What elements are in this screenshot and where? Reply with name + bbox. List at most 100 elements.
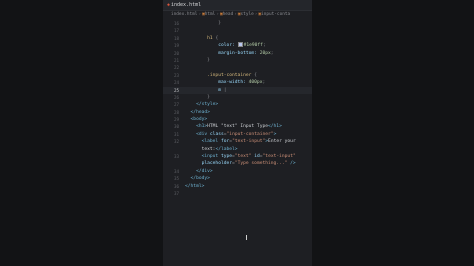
- line-number: 25: [173, 87, 179, 93]
- code-token: </html>: [185, 183, 205, 189]
- code-line[interactable]: 23 .input-container {: [163, 72, 312, 79]
- code-token: "text": [234, 154, 252, 160]
- code-line[interactable]: 37: [163, 190, 312, 197]
- code-token: <label: [185, 139, 221, 145]
- code-token: #1e90ff: [243, 43, 263, 49]
- breadcrumb-item[interactable]: html: [205, 12, 216, 17]
- line-text: }: [185, 20, 221, 27]
- line-text: <body>: [185, 116, 208, 123]
- code-token: }: [185, 57, 210, 63]
- code-token: "Type something...": [234, 161, 288, 167]
- code-token: }: [185, 94, 210, 100]
- code-token: "text-input": [262, 154, 296, 160]
- code-line[interactable]: 25 m |: [163, 86, 312, 94]
- code-line[interactable]: 32 <label for="text-input">Enter your: [163, 138, 312, 145]
- editor-tab-bar: ◈index.html: [163, 0, 312, 11]
- line-number: 21: [173, 57, 179, 63]
- code-area[interactable]: 16 } 17 18 h1 {19 color: #1e90ff; 20 margin…: [163, 20, 312, 197]
- line-number: 16: [173, 21, 179, 26]
- line-number: 23: [173, 72, 179, 78]
- breadcrumb: index.html›▣html›▣head›▣style›▣input-con…: [163, 11, 312, 19]
- code-line[interactable]: placeholder="Type something..." />: [163, 160, 312, 167]
- code-line[interactable]: 24 max-width: 400px;: [163, 79, 312, 86]
- line-text: }: [185, 94, 210, 101]
- code-line[interactable]: 26 }: [163, 94, 312, 101]
- code-line[interactable]: 16 }: [163, 20, 312, 27]
- line-number: 33: [173, 154, 179, 160]
- code-line[interactable]: 22: [163, 64, 312, 71]
- code-token: id: [251, 154, 260, 160]
- code-token: 20px: [259, 50, 271, 56]
- code-token: </h1>: [268, 124, 282, 130]
- line-number: 28: [173, 109, 179, 115]
- line-text: m |: [185, 87, 226, 94]
- line-text: h1 {: [185, 35, 218, 42]
- code-line[interactable]: text:</label>: [163, 146, 312, 153]
- code-line[interactable]: 36 </html>: [163, 183, 312, 190]
- line-number: 22: [173, 65, 179, 71]
- code-token: placeholder: [185, 161, 233, 167]
- line-text: <label for="text-input">Enter your: [185, 138, 296, 145]
- tab-filename: index.html: [171, 2, 202, 8]
- line-text: text:</label>: [185, 146, 238, 153]
- line-number: 27: [173, 102, 179, 108]
- code-token: >: [273, 131, 277, 137]
- code-editor[interactable]: ◈index.html index.html›▣html›▣head›▣styl…: [163, 0, 312, 266]
- code-token: text:: [185, 146, 216, 152]
- breadcrumb-item[interactable]: index.html: [171, 12, 197, 17]
- line-number: 18: [173, 35, 179, 41]
- line-text: </head>: [185, 109, 210, 116]
- code-token: </body>: [185, 176, 210, 182]
- code-token: h1: [185, 35, 216, 41]
- right-black-bar: [312, 0, 474, 266]
- code-line[interactable]: 27 </style>: [163, 101, 312, 108]
- code-line[interactable]: 34 </div>: [163, 168, 312, 175]
- code-line[interactable]: 18 h1 {: [163, 35, 312, 42]
- line-text: color: #1e90ff;: [185, 42, 266, 49]
- tab-index-html[interactable]: ◈index.html: [167, 1, 201, 9]
- chevron-right-icon: ›: [198, 12, 202, 17]
- line-number: 26: [173, 94, 179, 100]
- chevron-right-icon: ›: [254, 12, 258, 17]
- line-number: 32: [173, 139, 179, 145]
- line-text: }: [185, 57, 210, 64]
- breadcrumb-item[interactable]: head: [223, 12, 234, 17]
- code-token: </div>: [185, 168, 213, 174]
- code-token: .input-container: [185, 72, 255, 78]
- code-line[interactable]: 35 </body>: [163, 175, 312, 182]
- line-text: margin-bottom: 20px;: [185, 50, 273, 57]
- breadcrumb-item[interactable]: input-conta: [261, 12, 290, 17]
- line-text: max-width: 400px;: [185, 79, 265, 86]
- code-token: max-width:: [185, 80, 249, 86]
- code-line[interactable]: 19 color: #1e90ff;: [163, 42, 312, 49]
- code-token: ;: [262, 80, 266, 86]
- code-line[interactable]: 30 <h1>HTML "text" Input Type</h1>: [163, 123, 312, 130]
- breadcrumb-item[interactable]: style: [241, 12, 254, 17]
- line-text: .input-container {: [185, 72, 257, 79]
- code-token: "input-container": [226, 131, 274, 137]
- code-line[interactable]: 21 }: [163, 57, 312, 64]
- code-token: </style>: [185, 102, 219, 108]
- code-line[interactable]: 33 <input type="text" id="text-input": [163, 153, 312, 160]
- code-line[interactable]: 29 <body>: [163, 116, 312, 123]
- color-swatch-icon[interactable]: [237, 42, 243, 48]
- line-number: 30: [173, 124, 179, 130]
- code-token: Enter your: [268, 139, 296, 145]
- code-token: "text-input": [232, 139, 266, 145]
- code-line[interactable]: 20 margin-bottom: 20px;: [163, 50, 312, 57]
- html-file-icon: ◈: [167, 2, 171, 8]
- code-token: <input: [185, 154, 221, 160]
- code-line[interactable]: 28 </head>: [163, 109, 312, 116]
- left-black-bar: [0, 0, 163, 266]
- code-token: color:: [185, 43, 238, 49]
- mouse-cursor-icon: [246, 235, 247, 240]
- code-token: margin-bottom:: [185, 50, 260, 56]
- code-token: </head>: [185, 109, 210, 115]
- code-line[interactable]: 31 <div class="input-container">: [163, 131, 312, 138]
- code-line[interactable]: 17: [163, 27, 312, 34]
- chevron-right-icon: ›: [234, 12, 237, 17]
- line-number: 29: [173, 117, 179, 123]
- code-token: 400px: [248, 80, 263, 86]
- code-token: {: [254, 72, 257, 78]
